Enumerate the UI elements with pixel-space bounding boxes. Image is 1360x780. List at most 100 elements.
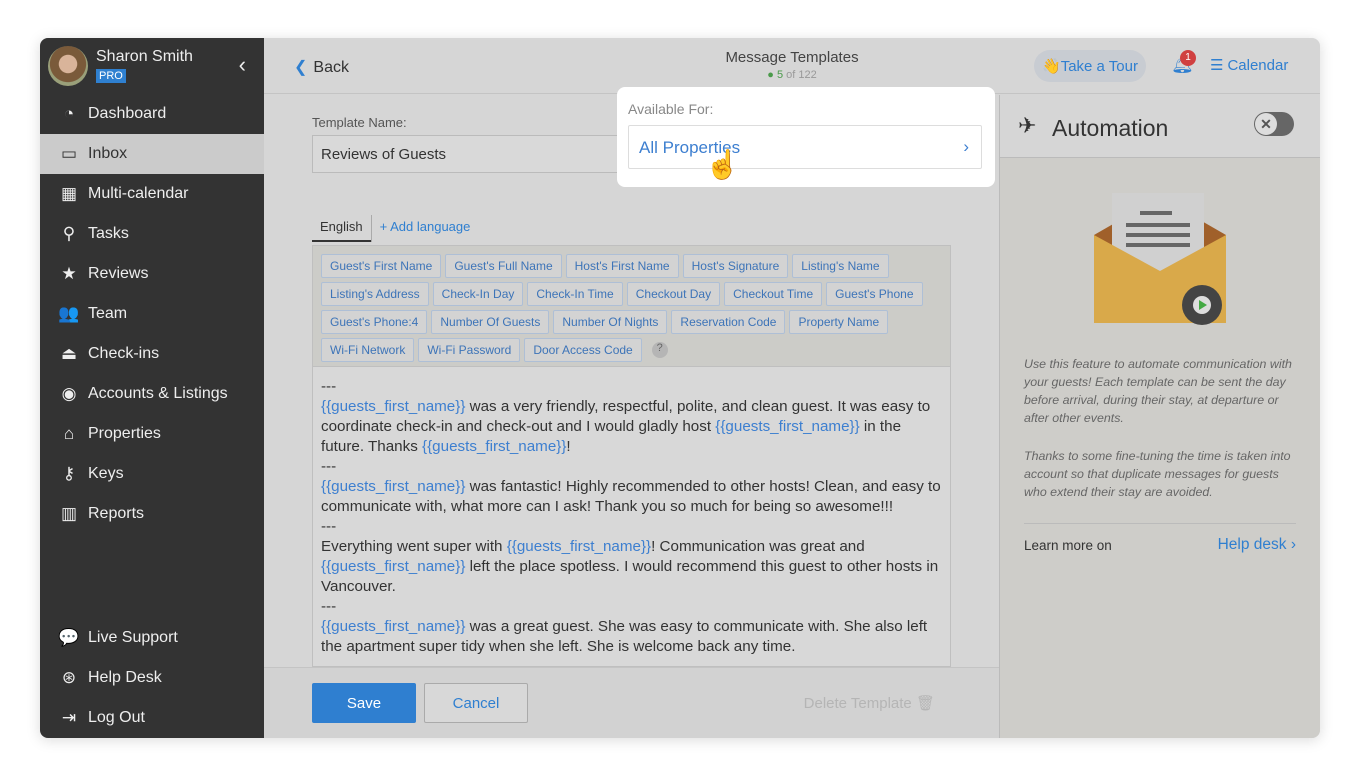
placeholder-tag[interactable]: Checkout Day [626,282,721,306]
available-for-label: Available For: [628,101,714,117]
envelope-gear-illustration [1094,193,1226,325]
help-icon[interactable]: ? [651,342,668,358]
gauge-icon: ◔ [63,104,75,123]
placeholder-tag[interactable]: Wi-Fi Password [418,338,521,362]
count-current: 5 [776,69,784,81]
sidebar-item-help-desk[interactable]: ⊛ Help Desk [40,658,264,698]
placeholder-tags: Guest's First Name Guest's Full Name Host'… [312,245,951,367]
sidebar-item-label: Reviews [88,265,149,282]
save-button[interactable]: Save [312,683,416,723]
sidebar-item-check-ins[interactable]: ⏏ Check-ins [40,334,264,374]
sidebar-item-label: Inbox [88,145,128,162]
placeholder-tag[interactable]: Wi-Fi Network [321,338,415,362]
sidebar-item-inbox[interactable]: ▭ Inbox [40,134,264,174]
placeholder-tag[interactable]: Reservation Code [671,310,786,334]
calendar-search-icon: ☰ [1210,57,1224,74]
inbox-icon: ▭ [60,144,78,163]
sidebar-item-team[interactable]: 👥 Team [40,294,264,334]
template-variable: {{guests_first_name}} [422,438,567,455]
placeholder-tag[interactable]: Guest's Phone [826,282,923,306]
body-paragraph: --- [321,377,942,397]
sidebar-item-label: Keys [88,465,124,482]
automation-toggle[interactable]: ✕ [1254,112,1294,136]
placeholder-tag[interactable]: Door Access Code [524,338,642,362]
available-for-select[interactable]: All Properties › [628,125,982,169]
body-text: ! Communication was great and [651,538,865,555]
sidebar-item-properties[interactable]: ⌂ Properties [40,414,264,454]
take-tour-button[interactable]: 👋 Take a Tour [1034,50,1146,82]
lifebuoy-icon: ⊛ [61,668,77,687]
sidebar-nav: ◔ Dashboard ▭ Inbox ▦ Multi-calendar ⚲ Tasks ★ Re… [40,94,264,534]
placeholder-tag[interactable]: Check-In Time [527,282,623,306]
calendar-label: Calendar [1227,57,1289,74]
automation-description: Use this feature to automate communicati… [1024,357,1292,425]
placeholder-tag[interactable]: Guest's First Name [321,254,442,278]
form-footer: Save Cancel Delete Template 🗑︎ [264,667,999,738]
body-paragraph: Everything went super with {{guests_firs… [321,537,942,597]
collapse-sidebar-icon[interactable]: ‹ [239,52,246,78]
placeholder-tag[interactable]: Host's First Name [565,254,679,278]
template-name-input[interactable]: Reviews of Guests [312,135,642,173]
placeholder-tag[interactable]: Guest's Phone:4 [321,310,428,334]
sidebar-item-keys[interactable]: ⚷ Keys [40,454,264,494]
placeholder-tag[interactable]: Listing's Address [321,282,429,306]
body-paragraph: --- [321,457,942,477]
notification-badge: 1 [1180,50,1196,66]
placeholder-tag[interactable]: Check-In Day [432,282,524,306]
key-icon: ⚷ [62,464,76,483]
placeholder-tag[interactable]: Host's Signature [682,254,789,278]
placeholder-tag[interactable]: Number Of Nights [553,310,668,334]
tour-label: Take a Tour [1060,57,1138,75]
sidebar-item-tasks[interactable]: ⚲ Tasks [40,214,264,254]
automation-header: ✈ Automation ✕ [1000,95,1320,158]
trash-icon: 🗑︎ [915,695,935,712]
tab-english[interactable]: English [312,215,371,242]
body-paragraph: --- [321,517,942,537]
sidebar-item-label: Accounts & Listings [88,385,228,402]
add-language-link[interactable]: + Add language [370,215,479,242]
placeholder-tag[interactable]: Guest's Full Name [445,254,562,278]
message-body-editor[interactable]: --- {{guests_first_name}} was a very frie… [312,367,951,667]
sidebar-item-accounts-listings[interactable]: ◉ Accounts & Listings [40,374,264,414]
body-text: --- [321,458,337,475]
sidebar-item-live-support[interactable]: 💬 Live Support [40,618,264,658]
template-variable: {{guests_first_name}} [321,618,466,635]
placeholder-tag[interactable]: Checkout Time [724,282,823,306]
bar-chart-icon: ▥ [60,504,78,523]
sidebar-item-reviews[interactable]: ★ Reviews [40,254,264,294]
template-variable: {{guests_first_name}} [321,398,466,415]
calendar-icon: ▦ [60,184,78,203]
sidebar-item-multi-calendar[interactable]: ▦ Multi-calendar [40,174,264,214]
help-desk-link[interactable]: Help desk › [1218,536,1296,554]
user-profile[interactable]: Sharon Smith PRO ‹ [40,38,264,94]
sidebar-item-label: Live Support [88,629,178,646]
cancel-button[interactable]: Cancel [424,683,528,723]
learn-more: Learn more on Help desk › [1024,523,1296,553]
sidebar-item-label: Log Out [88,709,145,726]
automation-note: Thanks to some fine-tuning the time is t… [1024,449,1291,499]
sidebar-item-label: Reports [88,505,145,522]
available-for-popup: Available For: All Properties › [617,87,995,187]
chat-icon: 💬 [58,628,80,647]
close-icon: ✕ [1255,113,1277,135]
placeholder-tag[interactable]: Property Name [789,310,889,334]
calendar-button[interactable]: ☰ Calendar [1210,56,1292,74]
sidebar-item-dashboard[interactable]: ◔ Dashboard [40,94,264,134]
template-variable: {{guests_first_name}} [321,558,466,575]
sidebar-item-log-out[interactable]: ⇥ Log Out [40,698,264,738]
sidebar-item-label: Properties [88,425,161,442]
hand-cursor-icon: ☝ [705,149,740,180]
delete-template-button[interactable]: Delete Template 🗑︎ [804,694,935,712]
placeholder-tag[interactable]: Listing's Name [792,254,889,278]
placeholder-tag[interactable]: Number Of Guests [431,310,550,334]
users-icon: 👥 [58,304,80,323]
sidebar-item-label: Dashboard [88,105,167,122]
sidebar-item-label: Multi-calendar [88,185,189,202]
user-circle-icon: ◉ [61,384,77,403]
template-name-label: Template Name: [312,115,407,130]
app-window: Sharon Smith PRO ‹ ◔ Dashboard ▭ Inbox ▦ Mult… [40,38,1320,738]
sidebar-item-reports[interactable]: ▥ Reports [40,494,264,534]
template-variable: {{guests_first_name}} [321,478,466,495]
sidebar-item-label: Tasks [88,225,129,242]
template-variable: {{guests_first_name}} [506,538,652,555]
